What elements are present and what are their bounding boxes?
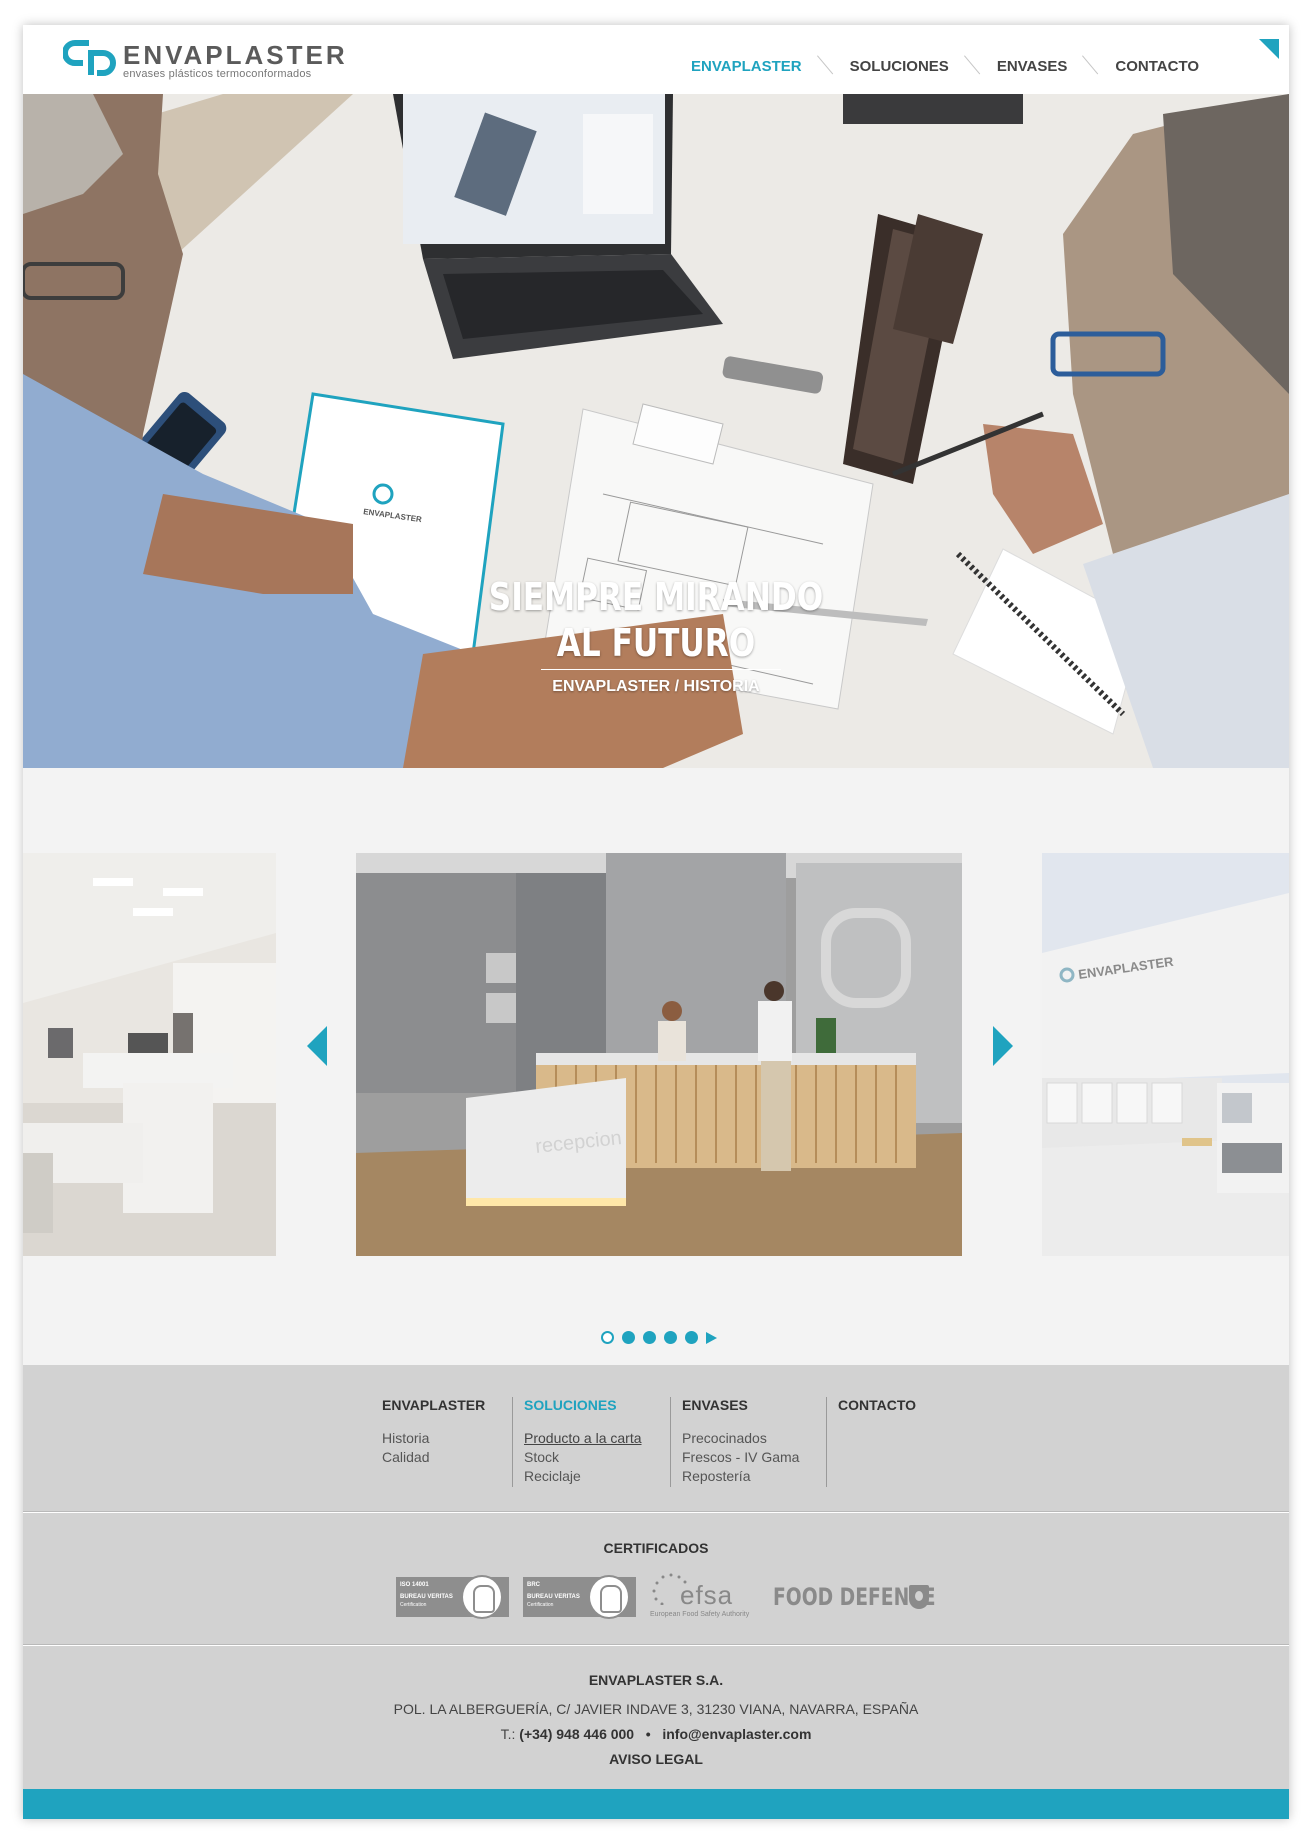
hero-title-line1: SIEMPRE MIRANDO [488, 575, 824, 619]
legal-notice-link[interactable]: AVISO LEGAL [23, 1751, 1289, 1767]
footer-link-frescos[interactable]: Frescos - IV Gama [682, 1448, 799, 1467]
phone-number[interactable]: (+34) 948 446 000 [519, 1726, 634, 1742]
footer-col-envases: ENVASES Precocinados Frescos - IV Gama R… [682, 1397, 799, 1486]
footer-link-reciclaje[interactable]: Reciclaje [524, 1467, 642, 1486]
site-header: ENVAPLASTER envases plásticos termoconfo… [23, 25, 1289, 94]
bv-iso-cert: Certification [400, 1602, 427, 1608]
footer-link-historia[interactable]: Historia [382, 1429, 485, 1448]
email-link[interactable]: info@envaplaster.com [662, 1726, 811, 1742]
footer-link-producto-a-la-carta[interactable]: Producto a la carta [524, 1429, 642, 1448]
nav-contacto[interactable]: CONTACTO [1115, 58, 1199, 75]
image-carousel: recepcion ENVAPLASTER [23, 768, 1289, 1365]
reception-photo: recepcion [356, 853, 962, 1256]
slide-warehouse[interactable]: ENVAPLASTER [1042, 853, 1289, 1256]
footer-col-contacto: CONTACTO [838, 1397, 916, 1429]
main-nav: ENVAPLASTER SOLUCIONES ENVASES CONTACTO [691, 56, 1199, 76]
logo[interactable]: ENVAPLASTER envases plásticos termoconfo… [63, 39, 348, 80]
carousel-next-icon[interactable] [993, 1026, 1013, 1066]
footer-heading-envaplaster[interactable]: ENVAPLASTER [382, 1397, 485, 1413]
contact-separator: • [645, 1726, 651, 1742]
footer-divider [826, 1397, 827, 1487]
footer-link-stock[interactable]: Stock [524, 1448, 642, 1467]
pager-dot-2[interactable] [622, 1331, 635, 1344]
shield-icon [909, 1585, 929, 1609]
efsa-subtitle: European Food Safety Authority [650, 1611, 750, 1618]
certificates-logos: ISO 14001 BUREAU VERITAS Certification B… [396, 1573, 936, 1621]
footer-col-soluciones: SOLUCIONES Producto a la carta Stock Rec… [524, 1397, 642, 1486]
nav-divider [1080, 56, 1102, 76]
bv-brc-label: BRC [527, 1582, 540, 1588]
pager-dot-1[interactable] [601, 1331, 614, 1344]
pager-dot-4[interactable] [664, 1331, 677, 1344]
nav-envases[interactable]: ENVASES [997, 58, 1068, 75]
footer-col-envaplaster: ENVAPLASTER Historia Calidad [382, 1397, 485, 1467]
hero-banner: ENVAPLASTER SIEMPRE MIRANDO AL FUTURO EN… [23, 94, 1289, 768]
slide-reception[interactable]: recepcion [356, 853, 962, 1256]
bv-iso-label: ISO 14001 [400, 1582, 429, 1588]
slide-office[interactable] [23, 853, 276, 1256]
bureau-veritas-seal-icon [461, 1575, 503, 1619]
nav-soluciones[interactable]: SOLUCIONES [850, 58, 949, 75]
footer-nav: ENVAPLASTER Historia Calidad SOLUCIONES … [23, 1365, 1289, 1512]
food-defense-wordmark: FOOD DEFENSE [773, 1583, 936, 1611]
company-info: ENVAPLASTER S.A. POL. LA ALBERGUERÍA, C/… [23, 1646, 1289, 1789]
carousel-pager [601, 1331, 717, 1344]
company-address: POL. LA ALBERGUERÍA, C/ JAVIER INDAVE 3,… [393, 1701, 919, 1717]
footer-link-calidad[interactable]: Calidad [382, 1448, 485, 1467]
bureau-veritas-iso-logo: ISO 14001 BUREAU VERITAS Certification [396, 1575, 509, 1619]
pager-dot-3[interactable] [643, 1331, 656, 1344]
certificates-section: CERTIFICADOS ISO 14001 BUREAU VERITAS Ce… [23, 1513, 1289, 1645]
efsa-wordmark: efsa [680, 1580, 734, 1610]
hero-title-line2: AL FUTURO [556, 621, 756, 665]
nav-divider [815, 56, 837, 76]
footer-link-reposteria[interactable]: Repostería [682, 1467, 799, 1486]
play-icon[interactable] [706, 1331, 717, 1344]
logo-mark-icon [63, 40, 116, 76]
office-photo [23, 853, 276, 1256]
bureau-veritas-brc-logo: BRC BUREAU VERITAS Certification [523, 1575, 636, 1619]
logo-name: ENVAPLASTER [123, 40, 348, 70]
company-contact: T.: (+34) 948 446 000 • info@envaplaster… [23, 1726, 1289, 1742]
footer-heading-soluciones[interactable]: SOLUCIONES [524, 1397, 642, 1413]
phone-label: T.: [500, 1726, 516, 1742]
food-defense-logo: FOOD DEFENSE [773, 1583, 936, 1611]
footer-divider [512, 1397, 513, 1487]
nav-envaplaster[interactable]: ENVAPLASTER [691, 58, 802, 75]
bottom-accent-bar [23, 1789, 1289, 1819]
hero-photo: ENVAPLASTER [23, 94, 1289, 768]
pager-dot-5[interactable] [685, 1331, 698, 1344]
warehouse-photo: ENVAPLASTER [1042, 853, 1289, 1256]
company-name: ENVAPLASTER S.A. [588, 1672, 724, 1688]
bv-brc-name: BUREAU VERITAS [527, 1594, 580, 1600]
carousel-prev-icon[interactable] [307, 1026, 327, 1066]
page-frame: ENVAPLASTER envases plásticos termoconfo… [23, 25, 1289, 1819]
footer-heading-contacto[interactable]: CONTACTO [838, 1397, 916, 1413]
bv-iso-name: BUREAU VERITAS [400, 1594, 453, 1600]
footer-link-precocinados[interactable]: Precocinados [682, 1429, 799, 1448]
hero-link[interactable]: ENVAPLASTER / HISTORIA [23, 678, 1289, 696]
footer-divider [670, 1397, 671, 1487]
bv-brc-cert: Certification [527, 1602, 554, 1608]
bureau-veritas-seal-icon [588, 1575, 630, 1619]
certificates-title: CERTIFICADOS [603, 1540, 709, 1556]
hero-title: SIEMPRE MIRANDO AL FUTURO [137, 574, 1175, 666]
nav-divider [962, 56, 984, 76]
corner-triangle-icon [1259, 39, 1279, 59]
footer-heading-envases[interactable]: ENVASES [682, 1397, 799, 1413]
hero-divider [541, 669, 781, 670]
efsa-logo: efsa European Food Safety Authority [650, 1573, 765, 1621]
